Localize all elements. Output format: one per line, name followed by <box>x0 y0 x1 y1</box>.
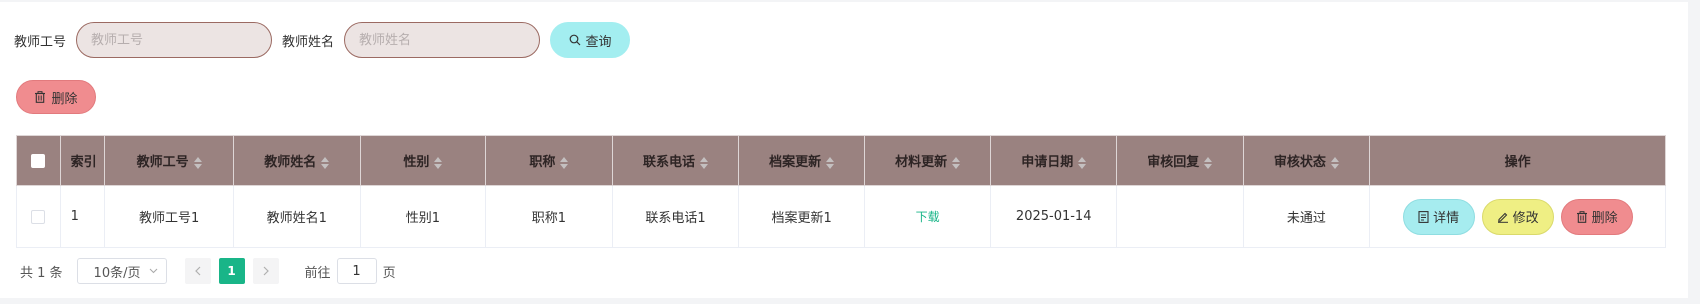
prev-page-button[interactable] <box>184 258 211 284</box>
trash-icon <box>1576 210 1588 223</box>
cell-archive-update: 档案更新1 <box>738 185 865 248</box>
sort-icon[interactable] <box>1330 156 1339 170</box>
cell-apply-date: 2025-01-14 <box>990 185 1117 248</box>
sort-icon[interactable] <box>321 156 330 170</box>
goto-label: 前往 <box>304 265 331 281</box>
goto-page-input[interactable] <box>336 258 377 284</box>
sort-icon[interactable] <box>1078 156 1087 170</box>
sort-icon[interactable] <box>1204 156 1213 170</box>
sort-icon[interactable] <box>560 156 569 170</box>
chevron-down-icon <box>149 268 158 274</box>
delete-label: 删除 <box>1591 211 1618 226</box>
column-apply-date[interactable]: 申请日期 <box>990 135 1117 186</box>
row-checkbox[interactable] <box>31 209 46 224</box>
edit-icon <box>1497 211 1509 223</box>
query-label: 查询 <box>585 34 612 50</box>
detail-label: 详情 <box>1433 211 1460 226</box>
next-page-button[interactable] <box>252 258 279 284</box>
teacher-table: 索引 教师工号 教师姓名 性别 职称 联系电话 档案更新 材料更新 申请日期 审… <box>16 135 1666 248</box>
download-link[interactable]: 下载 <box>916 210 940 224</box>
detail-button[interactable]: 详情 <box>1402 198 1475 235</box>
column-phone-label: 联系电话 <box>643 155 696 170</box>
column-apply-date-label: 申请日期 <box>1021 155 1074 170</box>
column-gender[interactable]: 性别 <box>359 135 487 186</box>
sort-icon[interactable] <box>434 156 443 170</box>
batch-delete-button[interactable]: 删除 <box>16 80 96 114</box>
page-size-select[interactable]: 10条/页 <box>76 258 167 284</box>
teacher-name-input[interactable] <box>344 22 541 58</box>
column-material-update-label: 材料更新 <box>895 155 948 170</box>
page-unit-label: 页 <box>382 265 396 281</box>
delete-button[interactable]: 删除 <box>1560 198 1633 235</box>
select-all-cell <box>16 135 61 186</box>
search-bar: 教师工号 教师姓名 查询 <box>14 22 631 58</box>
column-actions-label: 操作 <box>1504 155 1531 170</box>
cell-review-status: 未通过 <box>1242 185 1371 248</box>
teacher-name-label: 教师姓名 <box>282 34 335 50</box>
row-select-cell <box>16 185 61 248</box>
teacher-id-label: 教师工号 <box>14 34 67 50</box>
sort-icon[interactable] <box>193 156 202 170</box>
cell-phone: 联系电话1 <box>611 185 740 248</box>
cell-material-update: 下载 <box>863 185 992 248</box>
sort-icon[interactable] <box>826 156 835 170</box>
teacher-id-input[interactable] <box>76 22 273 58</box>
column-teacher-id-label: 教师工号 <box>136 155 189 170</box>
cell-teacher-id: 教师工号1 <box>104 185 234 248</box>
document-icon <box>1418 210 1429 223</box>
query-button[interactable]: 查询 <box>550 22 631 58</box>
column-gender-label: 性别 <box>403 155 430 170</box>
column-review-reply[interactable]: 审核回复 <box>1115 135 1244 186</box>
edit-label: 修改 <box>1512 211 1539 226</box>
column-archive-update[interactable]: 档案更新 <box>738 135 865 186</box>
row-actions: 详情 修改 删除 <box>1370 198 1665 235</box>
page-number-current[interactable]: 1 <box>218 258 245 284</box>
sort-icon[interactable] <box>700 156 709 170</box>
column-review-status-label: 审核状态 <box>1273 155 1326 170</box>
select-all-checkbox[interactable] <box>31 153 46 168</box>
cell-gender: 性别1 <box>359 185 487 248</box>
column-title-label: 职称 <box>529 155 556 170</box>
column-teacher-id[interactable]: 教师工号 <box>104 135 234 186</box>
cell-review-reply <box>1115 185 1244 248</box>
column-actions: 操作 <box>1369 135 1666 186</box>
sort-icon[interactable] <box>952 156 961 170</box>
batch-delete-label: 删除 <box>51 91 78 107</box>
main-panel: 教师工号 教师姓名 查询 删除 索引 教师工号 教师姓名 <box>0 2 1688 298</box>
edit-button[interactable]: 修改 <box>1481 198 1554 235</box>
column-phone[interactable]: 联系电话 <box>611 135 740 186</box>
pagination: 共 1 条 10条/页 1 前往 页 <box>20 258 396 284</box>
cell-teacher-name: 教师姓名1 <box>233 185 361 248</box>
column-review-status[interactable]: 审核状态 <box>1242 135 1371 186</box>
page-size-value: 10条/页 <box>93 265 141 281</box>
cell-title: 职称1 <box>485 185 613 248</box>
chevron-left-icon <box>194 266 201 276</box>
column-index: 索引 <box>59 135 106 186</box>
trash-icon <box>34 91 46 103</box>
column-index-label: 索引 <box>70 155 97 170</box>
column-archive-update-label: 档案更新 <box>769 155 822 170</box>
column-material-update[interactable]: 材料更新 <box>863 135 992 186</box>
table-row: 1 教师工号1 教师姓名1 性别1 职称1 联系电话1 档案更新1 下载 202… <box>16 185 1666 248</box>
column-teacher-name[interactable]: 教师姓名 <box>233 135 361 186</box>
search-icon <box>569 34 581 46</box>
table-header-row: 索引 教师工号 教师姓名 性别 职称 联系电话 档案更新 材料更新 申请日期 审… <box>16 135 1666 186</box>
cell-index: 1 <box>59 185 106 248</box>
column-title[interactable]: 职称 <box>485 135 613 186</box>
cell-actions: 详情 修改 删除 <box>1369 185 1666 248</box>
column-teacher-name-label: 教师姓名 <box>264 155 317 170</box>
chevron-right-icon <box>263 266 269 276</box>
total-count: 共 1 条 <box>20 265 63 281</box>
column-review-reply-label: 审核回复 <box>1147 155 1200 170</box>
